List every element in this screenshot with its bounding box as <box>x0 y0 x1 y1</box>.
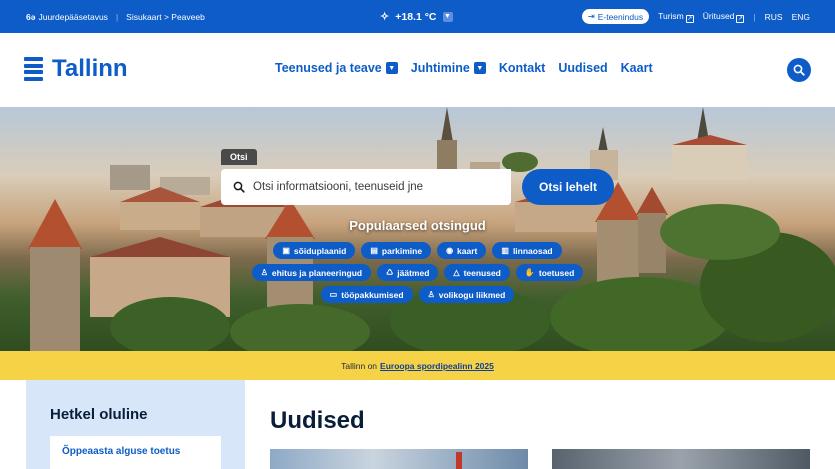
support-hand-icon: ✋ <box>524 268 535 277</box>
lighthouse-detail <box>456 452 462 469</box>
lang-eng[interactable]: ENG <box>792 12 810 22</box>
external-link-icon: ↗ <box>685 14 694 23</box>
nav-label: Uudised <box>558 61 608 75</box>
nav-item-contact[interactable]: Kontakt <box>499 61 546 75</box>
tallinn-logo-icon <box>24 57 43 81</box>
search-icon <box>233 181 245 193</box>
nav-item-map[interactable]: Kaart <box>621 61 653 75</box>
briefcase-icon: ▭ <box>329 290 338 299</box>
chip-label: ehitus ja planeeringud <box>271 267 363 278</box>
chip-districts[interactable]: ▥ linnaosad <box>492 242 562 259</box>
nav-label: Kontakt <box>498 61 546 75</box>
chip-council[interactable]: ♙ volikogu liikmed <box>418 286 515 303</box>
chip-label: kaart <box>457 245 478 256</box>
accessibility-icon: 6ə <box>26 11 36 22</box>
important-panel: Hetkel oluline Õppeaasta alguse toetus <box>26 380 245 469</box>
nav-label: Teenused ja teave <box>275 61 382 75</box>
main-header: Tallinn Teenused ja teave ▼ Juhtimine ▼ Ko… <box>0 33 835 107</box>
chip-map[interactable]: ◉ kaart <box>437 242 487 259</box>
chevron-down-icon[interactable]: ▼ <box>442 11 453 22</box>
search-icon <box>793 64 805 76</box>
divider: | <box>753 11 756 22</box>
weather-widget[interactable]: ✧ +18.1 °C ▼ <box>380 0 453 33</box>
worker-icon: ♙ <box>260 268 268 277</box>
banner-link[interactable]: Euroopa spordipealinn 2025 <box>380 361 494 371</box>
nav-item-governance[interactable]: Juhtimine ▼ <box>411 61 486 75</box>
main-nav: Teenused ja teave ▼ Juhtimine ▼ Kontakt Uu… <box>275 61 653 75</box>
events-link[interactable]: Üritused ↗ <box>703 11 745 23</box>
chip-label: parkimine <box>381 245 423 256</box>
popular-searches-title: Populaarsed otsingud <box>349 218 486 233</box>
chip-label: volikogu liikmed <box>438 289 506 300</box>
header-search-button[interactable] <box>787 58 811 82</box>
temperature: +18.1 °C <box>395 10 437 23</box>
bus-icon: ▣ <box>282 246 290 255</box>
important-card-link[interactable]: Õppeaasta alguse toetus <box>50 436 221 469</box>
person-icon: ♙ <box>427 290 435 299</box>
banner-text: Tallinn on <box>341 360 378 371</box>
city-icon: ▥ <box>501 246 509 255</box>
logo[interactable]: Tallinn <box>24 55 128 83</box>
parking-icon: ▤ <box>370 246 378 255</box>
logo-text: Tallinn <box>52 55 128 82</box>
recycle-icon: ♺ <box>386 268 394 277</box>
lang-rus[interactable]: RUS <box>765 12 783 22</box>
accessibility-label: Juurdepääsetavus <box>38 11 108 22</box>
divider: | <box>115 11 119 22</box>
hero-search-field[interactable] <box>221 169 511 205</box>
nav-label: Kaart <box>620 61 653 75</box>
breadcrumb[interactable]: Sisukaart > Peaveeb <box>126 12 205 22</box>
nav-item-news[interactable]: Uudised <box>558 61 607 75</box>
announcement-banner: Tallinn on Euroopa spordipealinn 2025 <box>0 351 835 380</box>
popular-searches-chips: ▣ sõiduplaanid ▤ parkimine ◉ kaart ▥ linnaos… <box>230 242 605 303</box>
chip-benefits[interactable]: ✋ toetused <box>515 264 584 281</box>
tourism-link[interactable]: Turism ↗ <box>658 11 694 23</box>
chip-parking[interactable]: ▤ parkimine <box>361 242 432 259</box>
chip-construction[interactable]: ♙ ehitus ja planeeringud <box>251 264 372 281</box>
nav-item-services[interactable]: Teenused ja teave ▼ <box>275 61 398 75</box>
news-section-title: Uudised <box>270 407 365 434</box>
news-image-street[interactable] <box>552 449 810 469</box>
eservices-label: E-teenindus <box>597 11 644 22</box>
login-icon: ⇥ <box>587 11 595 21</box>
chevron-down-icon: ▼ <box>473 62 486 74</box>
chip-services[interactable]: △ teenused <box>444 264 510 281</box>
chevron-down-icon: ▼ <box>385 62 398 74</box>
chip-label: linnaosad <box>512 245 553 256</box>
location-pin-icon: ◉ <box>446 246 454 255</box>
top-utility-bar: 6ə Juurdepääsetavus | Sisukaart > Peaveeb… <box>0 0 835 33</box>
chip-label: sõiduplaanid <box>293 245 347 256</box>
triangle-icon: △ <box>453 268 460 277</box>
chip-label: toetused <box>538 267 575 278</box>
chip-timetables[interactable]: ▣ sõiduplaanid <box>273 242 356 259</box>
chip-waste[interactable]: ♺ jäätmed <box>377 264 439 281</box>
events-label: Üritused <box>702 10 735 21</box>
search-input[interactable] <box>253 181 493 193</box>
tourism-label: Turism <box>658 10 684 21</box>
important-title: Hetkel oluline <box>50 406 148 423</box>
chip-jobs[interactable]: ▭ tööpakkumised <box>320 286 413 303</box>
chip-label: teenused <box>463 267 501 278</box>
external-link-icon: ↗ <box>736 14 745 23</box>
nav-label: Juhtimine <box>410 61 470 75</box>
eservices-button[interactable]: ⇥ E-teenindus <box>581 9 650 24</box>
accessibility-link[interactable]: 6ə Juurdepääsetavus <box>26 12 108 22</box>
chip-label: tööpakkumised <box>341 289 404 300</box>
search-submit-button[interactable]: Otsi lehelt <box>522 169 614 205</box>
chip-label: jäätmed <box>397 267 430 278</box>
search-tab-label: Otsi <box>221 149 257 165</box>
news-image-harbor[interactable] <box>270 449 528 469</box>
weather-icon: ✧ <box>380 11 390 23</box>
